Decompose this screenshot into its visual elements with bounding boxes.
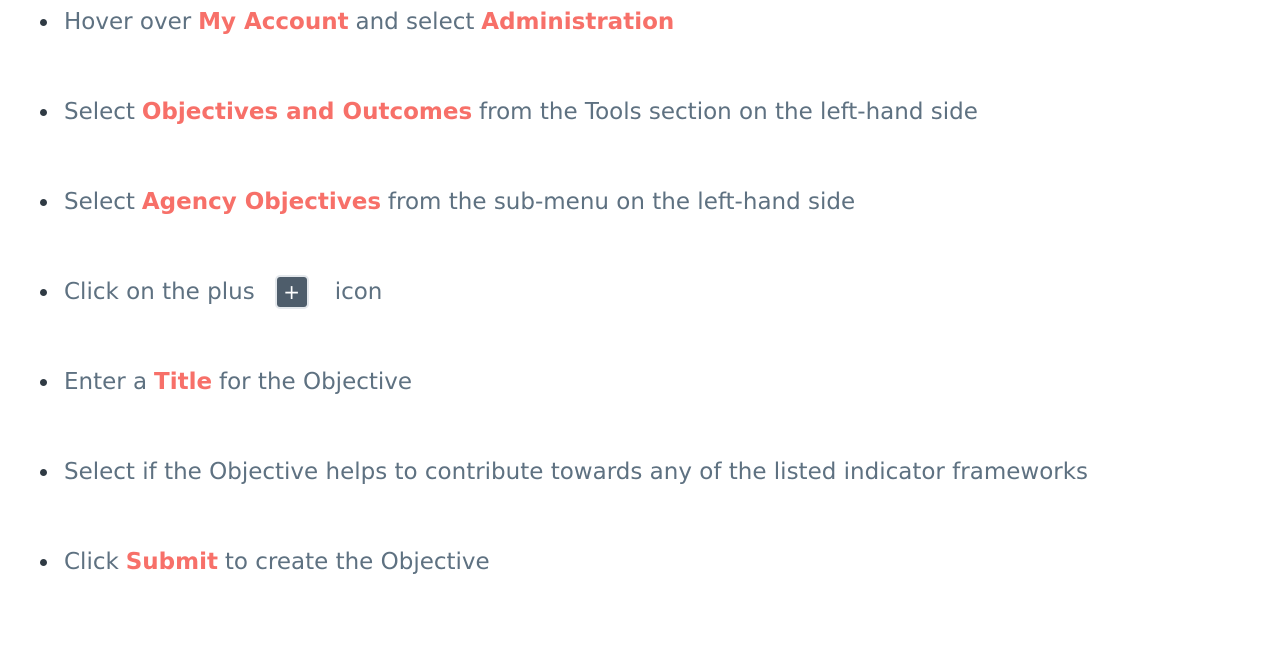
bullet xyxy=(40,378,47,386)
instruction-steps: Hover over My Account and select Adminis… xyxy=(0,0,1272,664)
step-text: from the sub-menu on the left-hand side xyxy=(387,189,856,215)
step-click-submit: Click Submit to create the Objective xyxy=(40,542,490,582)
plus-icon: + xyxy=(276,277,307,307)
step-enter-title: Enter a Title for the Objective xyxy=(40,362,412,402)
bullet xyxy=(40,108,47,116)
highlight-submit: Submit xyxy=(125,549,218,575)
bullet xyxy=(40,198,47,206)
bullet xyxy=(40,18,47,26)
step-text: Click on the plus xyxy=(64,279,255,305)
step-text: Hover over xyxy=(64,9,192,35)
step-text: to create the Objective xyxy=(224,549,490,575)
step-select-frameworks: Select if the Objective helps to contrib… xyxy=(40,452,1088,492)
step-select-objectives-outcomes: Select Objectives and Outcomes from the … xyxy=(40,92,978,132)
bullet xyxy=(40,288,47,296)
highlight-administration: Administration xyxy=(481,9,675,35)
step-select-agency-objectives: Select Agency Objectives from the sub-me… xyxy=(40,182,855,222)
highlight-title: Title xyxy=(154,369,213,395)
step-hover-my-account: Hover over My Account and select Adminis… xyxy=(40,2,674,42)
step-text: icon xyxy=(334,279,383,305)
bullet xyxy=(40,558,47,566)
highlight-my-account: My Account xyxy=(198,9,349,35)
step-text: Click xyxy=(64,549,119,575)
step-text: Select xyxy=(64,189,135,215)
step-text: Enter a xyxy=(64,369,148,395)
step-click-plus: Click on the plus + icon xyxy=(40,272,382,312)
step-text: from the Tools section on the left-hand … xyxy=(479,99,978,125)
step-text: and select xyxy=(355,9,475,35)
step-text: Select xyxy=(64,99,135,125)
highlight-agency-objectives: Agency Objectives xyxy=(141,189,382,215)
bullet xyxy=(40,468,47,476)
step-text: Select if the Objective helps to contrib… xyxy=(64,459,1089,485)
step-text: for the Objective xyxy=(218,369,413,395)
highlight-objectives-and-outcomes: Objectives and Outcomes xyxy=(141,99,473,125)
